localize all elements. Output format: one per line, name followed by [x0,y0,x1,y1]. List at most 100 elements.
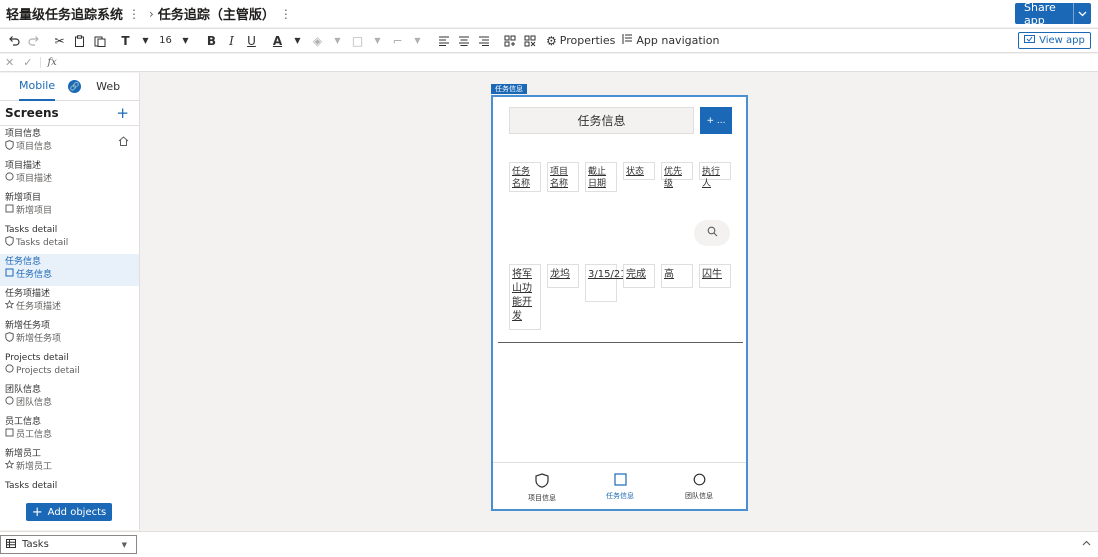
nav-item-task-info[interactable]: 任务信息 [590,473,650,501]
header-cell[interactable]: 项目名称 [547,162,579,192]
table-icon [6,538,16,551]
border-chevron-icon[interactable]: ▼ [368,30,387,52]
view-app-button[interactable]: View app [1018,32,1091,49]
bottom-nav: 项目信息 任务信息 团队信息 [493,462,746,509]
screen-tag: 任务信息 [491,84,527,94]
shield-icon [5,140,14,154]
header-cell[interactable]: 截止日期 [585,162,617,192]
tab-web[interactable]: Web [96,80,120,93]
screen-item-name: Tasks detail [5,481,58,491]
add-screen-icon[interactable]: + [116,104,129,122]
chevron-up-icon[interactable] [1082,539,1091,549]
cut-icon[interactable]: ✂ [50,30,69,52]
text-format-icon[interactable]: T [116,30,135,52]
layout-tabs: Mobile 🔗 Web [0,73,139,101]
redo-icon[interactable] [24,30,43,52]
confirm-formula-icon[interactable]: ✓ [23,56,32,69]
header-cell[interactable]: 优先级 [661,162,693,189]
app-more-icon[interactable]: ⋮ [127,7,141,21]
screen-item-name: Projects detail [5,353,69,363]
fill-color-chevron-icon[interactable]: ▼ [328,30,347,52]
italic-icon[interactable]: I [222,30,241,52]
font-color-icon[interactable]: A [268,30,287,52]
add-task-button[interactable]: + ... [700,107,732,134]
screen-item[interactable]: 任务项描述 任务项描述 [0,286,139,318]
screen-item[interactable]: 项目信息 项目信息 [0,126,139,158]
shield-icon [5,236,14,250]
chevron-down-icon: ▼ [121,540,127,549]
underline-icon[interactable]: U [242,30,261,52]
phone-screen[interactable]: 任务信息 + ... 任务名称 项目名称 截止日期 状态 优先级 执行人 将军山… [491,95,748,511]
plus-icon: + [31,504,43,520]
screen-item-sub: 项目描述 [5,172,139,185]
screen-item-selected[interactable]: 任务信息 任务信息 [0,254,139,286]
app-navigation-button[interactable]: App navigation [622,30,719,52]
share-dropdown-chevron-icon[interactable] [1073,3,1091,24]
formula-input[interactable] [57,55,1098,71]
font-size-chevron-icon[interactable]: ▼ [176,30,195,52]
align-center-icon[interactable] [454,30,473,52]
circle-icon [5,396,14,409]
view-app-label: View app [1039,35,1085,46]
border-icon[interactable]: □ [348,30,367,52]
data-cell[interactable]: 完成 [623,264,655,288]
screen-item[interactable]: 新增员工 新增员工 [0,446,139,478]
screen-more-icon[interactable]: ⋮ [279,7,293,21]
add-objects-button[interactable]: + Add objects [26,503,112,521]
font-color-chevron-icon[interactable]: ▼ [288,30,307,52]
border-style-icon[interactable]: ⌐ [388,30,407,52]
data-cell[interactable]: 3/15/21 [585,264,627,302]
gear-icon: ⚙ [546,33,557,48]
screen-item[interactable]: 员工信息 员工信息 [0,414,139,446]
search-button[interactable] [694,220,730,246]
screen-item[interactable]: Tasks detail Tasks detail [0,222,139,254]
undo-icon[interactable] [4,30,23,52]
screen-item[interactable]: 新增项目 新增项目 [0,190,139,222]
data-cell[interactable]: 龙坞 [547,264,579,288]
align-left-icon[interactable] [434,30,453,52]
link-icon[interactable]: 🔗 [68,80,82,93]
properties-button[interactable]: ⚙ Properties [546,30,615,52]
group-icon[interactable] [500,30,519,52]
data-cell[interactable]: 囚牛 [699,264,731,288]
screen-item-sub-label: 新增任务项 [16,334,62,344]
border-style-chevron-icon[interactable]: ▼ [408,30,427,52]
screen-item[interactable]: 项目描述 项目描述 [0,158,139,190]
nav-item-label: 项目信息 [528,494,556,502]
clipboard-icon[interactable] [70,30,89,52]
bold-icon[interactable]: B [202,30,221,52]
align-right-icon[interactable] [474,30,493,52]
screen-item-sub-label: 项目信息 [16,142,53,152]
screen-item[interactable]: 新增任务项 新增任务项 [0,318,139,350]
screen-item[interactable]: 团队信息 团队信息 [0,382,139,414]
header-cell[interactable]: 任务名称 [509,162,541,192]
table-select[interactable]: Tasks ▼ [0,535,137,554]
screen-item-sub-label: 任务信息 [16,269,53,280]
screen-item[interactable]: Tasks detail [0,478,139,492]
ungroup-icon[interactable] [520,30,539,52]
data-cell[interactable]: 将军山功能开发 [509,264,541,330]
title-label[interactable]: 任务信息 [509,107,694,134]
screen-title[interactable]: 任务追踪（主管版） [158,4,275,23]
tab-mobile[interactable]: Mobile [19,73,56,101]
circle-icon [693,473,706,488]
app-title[interactable]: 轻量级任务追踪系统 [6,4,123,23]
data-cell[interactable]: 高 [661,264,693,288]
font-size-value[interactable]: 16 [156,30,175,52]
paste-icon[interactable] [90,30,109,52]
header-cell[interactable]: 状态 [623,162,655,180]
fill-color-icon[interactable]: ◈ [308,30,327,52]
screens-header: Screens + [0,101,139,126]
add-objects-label: Add objects [47,506,107,518]
screen-item[interactable]: Projects detail Projects detail [0,350,139,382]
screen-item-sub-label: 新增项目 [16,205,53,216]
formula-bar: ✕ ✓ fx [0,54,1098,72]
nav-item-team-info[interactable]: 团队信息 [669,473,729,501]
share-app-button[interactable]: Share app [1015,1,1091,27]
square-icon [5,204,14,217]
cancel-formula-icon[interactable]: ✕ [5,56,14,69]
text-format-chevron-icon[interactable]: ▼ [136,30,155,52]
header-cell[interactable]: 执行人 [699,162,731,189]
nav-item-project-info[interactable]: 项目信息 [512,473,572,503]
view-app-icon [1024,34,1036,47]
